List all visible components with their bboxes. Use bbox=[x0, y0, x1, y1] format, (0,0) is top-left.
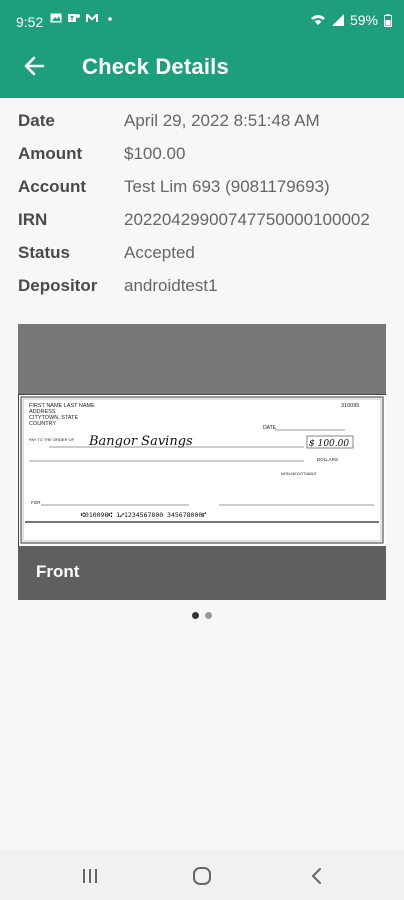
detail-row-account: Account Test Lim 693 (9081179693) bbox=[18, 170, 398, 203]
detail-row-depositor: Depositor androidtest1 bbox=[18, 269, 398, 302]
micr-line: ⑆010098⑆ 1⑇1234567800 345678000⑈ bbox=[81, 511, 206, 519]
check-details-list: Date April 29, 2022 8:51:48 AM Amount $1… bbox=[18, 104, 398, 302]
detail-label: Account bbox=[18, 176, 86, 196]
pay-to-label: PAY TO THE ORDER OF bbox=[29, 437, 75, 442]
check-side-label: Front bbox=[36, 562, 80, 581]
check-caption-bar: Front bbox=[18, 546, 386, 600]
battery-icon bbox=[384, 13, 392, 27]
detail-row-amount: Amount $100.00 bbox=[18, 137, 398, 170]
detail-label: Depositor bbox=[18, 275, 98, 295]
recent-apps-button[interactable] bbox=[70, 862, 110, 890]
detail-row-date: Date April 29, 2022 8:51:48 AM bbox=[18, 104, 398, 137]
back-button[interactable] bbox=[18, 50, 50, 82]
detail-label: Date bbox=[18, 110, 55, 130]
vowifi-icon bbox=[310, 15, 325, 25]
home-icon bbox=[193, 867, 211, 885]
detail-label: Status bbox=[18, 242, 70, 262]
page-title: Check Details bbox=[82, 54, 229, 79]
check-date-label: DATE bbox=[263, 425, 277, 431]
check-header-line: COUNTRY bbox=[29, 421, 56, 427]
pager-dot-front[interactable] bbox=[192, 612, 199, 619]
detail-value: Accepted bbox=[124, 242, 195, 262]
status-icons-left bbox=[50, 12, 116, 24]
detail-label: IRN bbox=[18, 209, 48, 229]
status-time: 9:52 bbox=[16, 14, 44, 30]
check-image-card[interactable]: FIRST NAME LAST NAME ADDRESS CITYTOWN, S… bbox=[18, 324, 386, 600]
detail-value: 20220429900747750000100002 bbox=[124, 209, 370, 229]
arrow-back-icon bbox=[24, 56, 45, 76]
detail-label: Amount bbox=[18, 143, 83, 163]
detail-row-status: Status Accepted bbox=[18, 236, 398, 269]
chevron-left-icon bbox=[312, 868, 321, 884]
non-negotiable-label: NON-NEGOTIABLE bbox=[281, 471, 317, 476]
app-bar: Check Details bbox=[0, 34, 404, 98]
gmail-icon bbox=[86, 14, 98, 22]
detail-value: April 29, 2022 8:51:48 AM bbox=[124, 110, 320, 130]
status-icons-right: 59% bbox=[310, 12, 392, 28]
payee-handwriting: Bangor Savings bbox=[88, 434, 193, 449]
image-pager-indicator bbox=[0, 612, 404, 619]
detail-value: $100.00 bbox=[124, 143, 186, 163]
teams-icon bbox=[68, 14, 80, 22]
dot-icon bbox=[108, 17, 112, 21]
detail-row-irn: IRN 20220429900747750000100002 bbox=[18, 203, 398, 236]
dollars-label: DOLLARS bbox=[317, 457, 338, 462]
pager-dot-back[interactable] bbox=[205, 612, 212, 619]
status-bar: 9:52 59% bbox=[0, 0, 404, 34]
detail-value: Test Lim 693 (9081179693) bbox=[124, 176, 330, 196]
home-button[interactable] bbox=[182, 862, 222, 890]
check-drawing: FIRST NAME LAST NAME ADDRESS CITYTOWN, S… bbox=[20, 396, 384, 544]
nav-back-button[interactable] bbox=[296, 862, 336, 890]
signal-icon bbox=[331, 14, 344, 26]
memo-label: FOR bbox=[31, 500, 41, 505]
system-nav-bar bbox=[0, 850, 404, 900]
amount-handwriting: $ 100.00 bbox=[309, 439, 349, 449]
gallery-icon bbox=[50, 13, 62, 23]
check-front-image: FIRST NAME LAST NAME ADDRESS CITYTOWN, S… bbox=[18, 394, 386, 548]
check-number: 310095 bbox=[341, 403, 359, 409]
detail-value: androidtest1 bbox=[124, 275, 218, 295]
screen: 9:52 59% Check Details Date April 29, 20… bbox=[0, 0, 404, 900]
recent-apps-icon bbox=[83, 869, 97, 883]
battery-percent: 59% bbox=[349, 12, 378, 28]
